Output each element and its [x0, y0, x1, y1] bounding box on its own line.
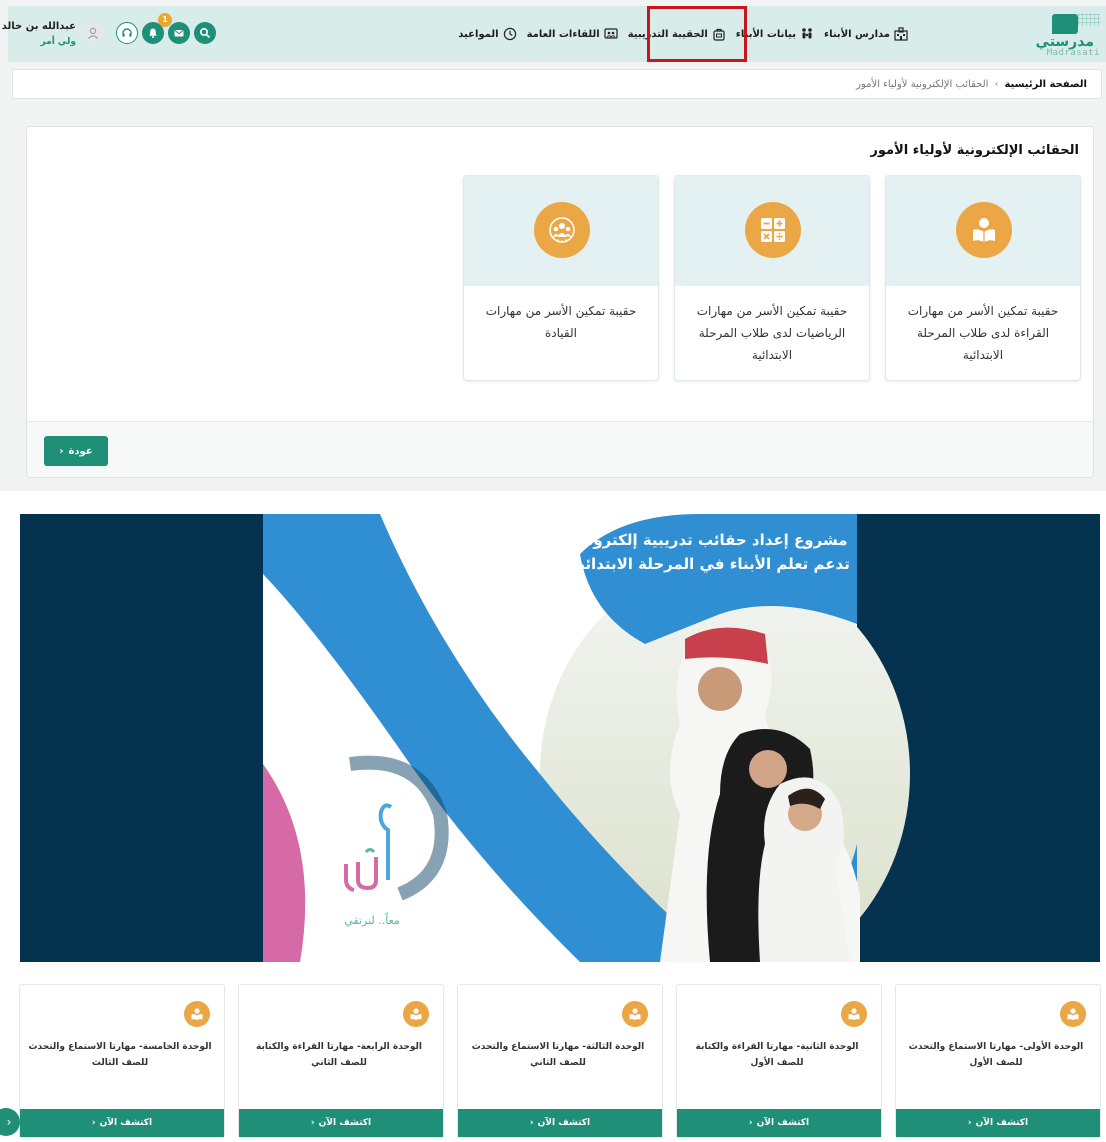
chevron-left-icon: ‹ [59, 445, 64, 457]
unit-card-3[interactable]: الوحدة الثالثة- مهارتا الاستماع والتحدث … [457, 984, 663, 1138]
math-icon [745, 202, 801, 258]
clock-icon [503, 27, 517, 41]
reading-icon [956, 202, 1012, 258]
kit-card-leadership[interactable]: حقيبة تمكين الأسر من مهارات القيادة [463, 175, 659, 381]
avatar[interactable] [82, 22, 104, 44]
user-icon [88, 27, 98, 39]
notification-badge: 1 [158, 13, 172, 27]
unit-card-2[interactable]: الوحدة الثانية- مهارتا القراءة والكتابة … [676, 984, 882, 1138]
chevron-left-icon: ‹ [967, 1118, 972, 1128]
search-button[interactable] [194, 22, 216, 44]
support-button[interactable] [116, 22, 138, 44]
chevron-left-icon: ‹ [529, 1118, 534, 1128]
headset-icon [122, 28, 132, 37]
back-label: عودة [68, 445, 93, 457]
nav-label: مدارس الأبناء [823, 28, 890, 40]
unit-title: الوحدة الأولى- مهارتا الاستماع والتحدث ل… [908, 1042, 1084, 1068]
explore-button[interactable]: اكتشف الآن ‹ [239, 1109, 443, 1137]
program-logo [344, 803, 393, 892]
nav-item-children[interactable]: بيانات الأبناء [736, 27, 814, 41]
explore-label: اكتشف الآن [756, 1118, 810, 1128]
breadcrumb: الصفحة الرئيسية › الحقائب الإلكترونية لأ… [12, 69, 1102, 99]
bell-icon [149, 28, 157, 38]
banner-line-1: مشروع إعداد حقائب تدريبية إلكترونية [572, 531, 848, 549]
user-role: ولي أمر [40, 37, 76, 47]
chevron-left-icon: ‹ [91, 1118, 96, 1128]
meetings-icon [604, 27, 618, 41]
breadcrumb-current: الحقائب الإلكترونية لأولياء الأمور [856, 78, 989, 90]
reading-icon [403, 1001, 429, 1027]
back-button[interactable]: عودة ‹ [44, 436, 108, 466]
brand-pattern [1078, 14, 1100, 26]
leadership-icon [534, 202, 590, 258]
top-navbar: مدرستي Madrasati مدارس الأبناء بيانات ال… [2, 6, 1106, 62]
active-nav-highlight [647, 6, 747, 62]
reading-icon [184, 1001, 210, 1027]
brand-logo[interactable]: مدرستي Madrasati [1036, 12, 1100, 58]
explore-button[interactable]: اكتشف الآن ‹ [20, 1109, 224, 1137]
kit-label: حقيبة تمكين الأسر من مهارات القيادة [485, 304, 637, 340]
explore-button[interactable]: اكتشف الآن ‹ [896, 1109, 1100, 1137]
brand-mark-icon [1052, 14, 1078, 34]
explore-label: اكتشف الآن [99, 1118, 153, 1128]
breadcrumb-separator: › [994, 78, 999, 90]
school-icon [894, 27, 908, 41]
kit-card-math[interactable]: حقيبة تمكين الأسر من مهارات الرياضيات لد… [674, 175, 870, 381]
explore-label: اكتشف الآن [537, 1118, 591, 1128]
search-icon [199, 27, 211, 39]
unit-title: الوحدة الثانية- مهارتا القراءة والكتابة … [695, 1042, 859, 1068]
chevron-left-icon: ‹ [310, 1118, 315, 1128]
nav-item-appointments[interactable]: المواعيد [458, 27, 516, 41]
user-name[interactable]: عبدالله بن خالد [2, 21, 76, 32]
nav-label: اللقاءات العامة [526, 28, 600, 40]
kits-panel: الحقائب الإلكترونية لأولياء الأمور حقيبة… [26, 126, 1094, 478]
explore-button[interactable]: اكتشف الآن ‹ [458, 1109, 662, 1137]
chevron-left-icon: ‹ [748, 1118, 753, 1128]
kit-label: حقيبة تمكين الأسر من مهارات القراءة لدى … [907, 304, 1059, 362]
children-icon [800, 27, 814, 41]
nav-item-schools[interactable]: مدارس الأبناء [824, 27, 908, 41]
explore-label: اكتشف الآن [318, 1118, 372, 1128]
reading-icon [841, 1001, 867, 1027]
reading-icon [622, 1001, 648, 1027]
floating-action-button[interactable]: › [0, 1108, 20, 1136]
unit-card-5[interactable]: الوحدة الخامسة- مهارتا الاستماع والتحدث … [19, 984, 225, 1138]
panel-footer: عودة ‹ [27, 421, 1093, 477]
unit-card-1[interactable]: الوحدة الأولى- مهارتا الاستماع والتحدث ل… [895, 984, 1101, 1138]
page-title: الحقائب الإلكترونية لأولياء الأمور [870, 143, 1079, 158]
unit-card-4[interactable]: الوحدة الرابعة- مهارتا القراءة والكتابة … [238, 984, 444, 1138]
chevron-right-icon: › [6, 1115, 12, 1129]
breadcrumb-home[interactable]: الصفحة الرئيسية [1004, 79, 1087, 90]
messages-button[interactable] [168, 22, 190, 44]
logo-tagline: معاً.. لنرتقي [344, 914, 400, 927]
banner-line-2: تدعم تعلم الأبناء في المرحلة الابتدائية [570, 555, 850, 573]
explore-button[interactable]: اكتشف الآن ‹ [677, 1109, 881, 1137]
nav-item-meetings[interactable]: اللقاءات العامة [527, 27, 618, 41]
banner-headline: مشروع إعداد حقائب تدريبية إلكترونية تدعم… [560, 528, 860, 588]
reading-icon [1060, 1001, 1086, 1027]
hero-banner: مشروع إعداد حقائب تدريبية إلكترونية تدعم… [20, 514, 1100, 962]
unit-title: الوحدة الرابعة- مهارتا القراءة والكتابة … [256, 1042, 422, 1068]
explore-label: اكتشف الآن [975, 1118, 1029, 1128]
unit-title: الوحدة الثالثة- مهارتا الاستماع والتحدث … [471, 1042, 645, 1068]
nav-label: المواعيد [458, 28, 499, 40]
envelope-icon [174, 30, 184, 37]
header-actions: 1 عبدالله بن خالد ولي أمر [2, 13, 238, 56]
brand-latin: Madrasati [1046, 48, 1100, 58]
kit-label: حقيبة تمكين الأسر من مهارات الرياضيات لد… [696, 304, 848, 362]
unit-title: الوحدة الخامسة- مهارتا الاستماع والتحدث … [28, 1042, 212, 1068]
kit-card-reading[interactable]: حقيبة تمكين الأسر من مهارات القراءة لدى … [885, 175, 1081, 381]
